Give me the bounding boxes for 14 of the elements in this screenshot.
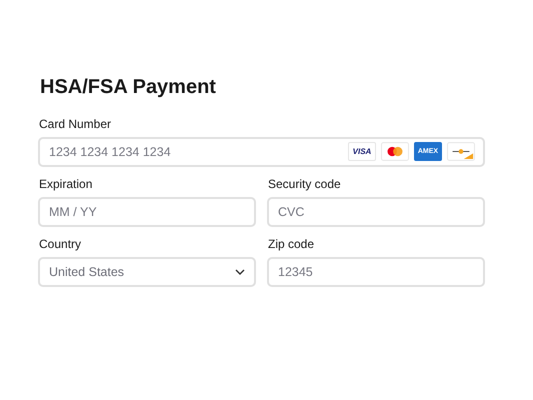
field-label: Card Number xyxy=(39,117,112,131)
card-brand-icon xyxy=(447,142,475,161)
field-label: Country xyxy=(39,237,82,251)
card-brand-logo: VISA xyxy=(348,142,376,161)
chevron-down-icon xyxy=(235,269,245,275)
field-label: Expiration xyxy=(39,177,92,191)
field-label: Security code xyxy=(268,177,341,191)
field-label: Zip code xyxy=(268,237,314,251)
form-title: HSA/FSA Payment xyxy=(40,76,217,99)
mastercard-icon xyxy=(381,142,409,161)
expiration-field[interactable]: MM / YY xyxy=(38,197,256,227)
security-code-field[interactable]: CVC xyxy=(267,197,485,227)
country-select[interactable]: United States xyxy=(38,257,256,287)
zip-code-field[interactable]: 12345 xyxy=(267,257,485,287)
